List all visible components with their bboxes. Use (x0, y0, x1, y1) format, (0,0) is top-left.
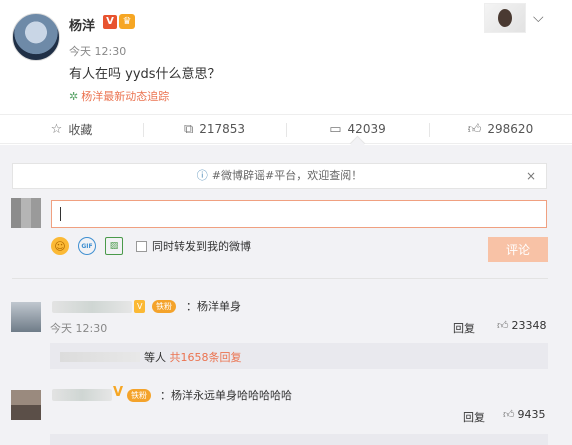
verified-v-icon: V (113, 385, 124, 400)
post-time[interactable]: 今天 12:30 (69, 43, 126, 59)
comment-input[interactable] (51, 200, 547, 228)
comment-button[interactable]: ▭ 42039 (286, 115, 429, 143)
corner-avatar[interactable] (484, 3, 526, 33)
vip-crown-icon: ♛ (119, 14, 135, 29)
notice-banner: ⓘ #微博辟谣#平台，欢迎查阅！ × (12, 163, 547, 189)
reply-summary: 等人 共1658条回复 (144, 349, 242, 365)
author-name[interactable]: 杨洋 (69, 15, 95, 34)
follow-link[interactable]: ✲ 杨洋最新动态追踪 (69, 88, 169, 104)
like-button[interactable]: 👍︎ 298620 (429, 115, 572, 143)
comment-icon: ▭ (329, 121, 342, 137)
submit-comment-button[interactable]: 评论 (488, 237, 548, 262)
commenter-avatar[interactable] (11, 390, 41, 420)
commenter-name[interactable] (52, 301, 132, 313)
weibo-post: 杨洋 V ♛ 今天 12:30 有人在吗 yyds什么意思？ ✲ 杨洋最新动态追踪… (0, 0, 572, 114)
vip-badge-icon: V (134, 300, 146, 313)
replier-names (60, 352, 140, 362)
repost-option-label: 同时转发到我的微博 (152, 240, 251, 253)
comment-count: 42039 (347, 122, 386, 136)
repost-checkbox[interactable] (136, 240, 147, 252)
like-count: 298620 (487, 122, 534, 136)
fan-badge: 铁粉 (152, 300, 176, 313)
comment-panel: ⓘ #微博辟谣#平台，欢迎查阅！ × ☺ GIF ▨ 同时转发到我的微博 评论 V… (0, 145, 572, 445)
text-cursor (60, 207, 61, 221)
commenter-avatar[interactable] (11, 302, 41, 332)
info-icon: ⓘ (196, 169, 208, 182)
reply-button[interactable]: 回复 (463, 409, 485, 425)
divider (12, 278, 548, 279)
action-bar: ☆ 收藏 ⧉ 217853 ▭ 42039 👍︎ 298620 (0, 114, 572, 144)
post-text: 有人在吗 yyds什么意思？ (69, 67, 221, 82)
notice-text[interactable]: #微博辟谣#平台，欢迎查阅！ (212, 169, 362, 182)
comment-text: ：杨洋永远单身哈哈哈哈哈 (160, 389, 292, 402)
reply-button[interactable]: 回复 (453, 320, 475, 336)
gif-icon[interactable]: GIF (78, 237, 96, 255)
comment-text: ：杨洋单身 (186, 300, 241, 313)
commenter-name[interactable] (52, 389, 112, 401)
comment-like-button[interactable]: 👍︎ 23348 (497, 319, 547, 332)
favorite-button[interactable]: ☆ 收藏 (0, 115, 143, 143)
repost-option[interactable]: 同时转发到我的微博 (136, 238, 251, 254)
image-icon[interactable]: ▨ (105, 237, 123, 255)
comment-like-count: 9435 (517, 408, 546, 421)
reply-summary-prefix: 等人 (144, 351, 166, 364)
fan-badge: 铁粉 (127, 389, 151, 402)
composer-tools: ☺ GIF ▨ 同时转发到我的微博 (51, 237, 251, 255)
star-icon: ☆ (50, 121, 63, 137)
comment-like-count: 23348 (511, 319, 547, 332)
verified-badge-icon: V (103, 15, 117, 29)
sprout-icon: ✲ (69, 90, 79, 103)
next-reply-summary (50, 434, 548, 445)
favorite-label: 收藏 (68, 122, 93, 137)
chevron-down-icon[interactable]: ⌵ (533, 10, 544, 26)
reply-summary-link[interactable]: 共1658条回复 (170, 351, 242, 364)
my-avatar (11, 198, 41, 228)
thumbs-up-icon: 👍︎ (497, 319, 509, 332)
comment-like-button[interactable]: 👍︎ 9435 (503, 408, 546, 421)
thumbs-up-icon: 👍︎ (503, 408, 515, 421)
repost-icon: ⧉ (183, 121, 194, 137)
author-avatar[interactable] (12, 13, 60, 61)
repost-count: 217853 (199, 122, 246, 136)
comment-time: 今天 12:30 (50, 322, 108, 335)
smiley-icon[interactable]: ☺ (51, 237, 69, 255)
repost-button[interactable]: ⧉ 217853 (143, 115, 286, 143)
thumbs-up-icon: 👍︎ (467, 121, 482, 137)
close-icon[interactable]: × (526, 164, 536, 188)
follow-link-label: 杨洋最新动态追踪 (81, 90, 170, 103)
